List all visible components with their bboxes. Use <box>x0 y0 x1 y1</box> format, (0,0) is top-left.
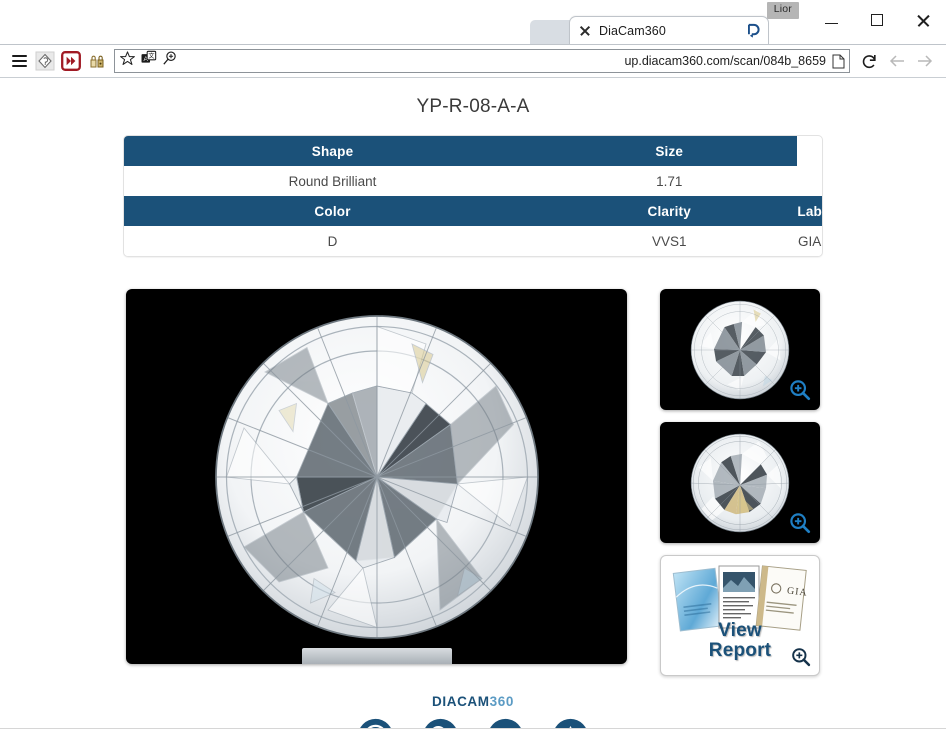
navigation-buttons <box>856 48 940 74</box>
table-row-1: Round Brilliant 1.71 <box>124 166 822 196</box>
thumbnail-pavilion-view[interactable] <box>660 422 820 543</box>
table-row-2: D VVS1 GIA <box>124 226 822 256</box>
address-bar[interactable]: A 文 up.diacam360.com/scan/084b_8659 <box>114 49 850 73</box>
diamond-pavilion-graphic <box>688 431 792 535</box>
svg-text:文: 文 <box>148 52 154 60</box>
thumbnail-column: GIA View Report <box>660 289 820 676</box>
fast-forward-icon[interactable] <box>58 48 84 74</box>
tab-close-icon[interactable] <box>578 24 592 38</box>
view-report-line1: View <box>661 621 819 641</box>
tab-ghost-placeholder[interactable] <box>530 20 574 44</box>
diamond-360-viewer[interactable] <box>126 289 627 664</box>
tab-title: DiaCam360 <box>599 24 744 38</box>
back-arrow-icon[interactable] <box>884 48 910 74</box>
star-bookmark-icon[interactable] <box>119 50 136 72</box>
header-size: Size <box>541 136 797 166</box>
logo-word: DIACAM <box>432 694 490 709</box>
window-controls <box>808 0 946 40</box>
forward-arrow-icon[interactable] <box>912 48 938 74</box>
value-lab: GIA <box>797 226 822 256</box>
diamond-crown-graphic <box>688 298 792 402</box>
diacam360-logo: DIACAM360 <box>0 694 946 709</box>
media-area: GIA View Report <box>0 289 946 676</box>
address-bar-left-icons: A 文 <box>119 50 178 72</box>
browser-toolbar: A 文 up.diacam360.com/scan/084b_8659 <box>0 44 946 78</box>
logo-number: 360 <box>490 694 514 709</box>
translate-icon[interactable]: A 文 <box>140 50 157 72</box>
browser-window: DiaCam360 Lior <box>0 0 946 750</box>
view-report-card[interactable]: GIA View Report <box>660 555 820 676</box>
magnifier-plus-icon[interactable] <box>789 379 811 401</box>
lock-keys-icon[interactable] <box>84 48 110 74</box>
browser-tab[interactable]: DiaCam360 <box>569 16 769 44</box>
header-shape: Shape <box>124 136 541 166</box>
page-document-icon[interactable] <box>831 54 845 69</box>
diamond-image <box>126 289 627 664</box>
tab-strip: DiaCam360 <box>0 0 946 44</box>
value-clarity: VVS1 <box>541 226 797 256</box>
table-header-row-2: Color Clarity Lab <box>124 196 822 226</box>
status-bar <box>0 728 946 750</box>
value-size: 1.71 <box>541 166 797 196</box>
zoom-search-icon[interactable] <box>161 50 178 72</box>
magnifier-plus-icon[interactable] <box>789 512 811 534</box>
diamond-spec-table: Shape Size Round Brilliant 1.71 Color Cl… <box>123 135 823 257</box>
window-close-button[interactable] <box>900 0 946 40</box>
header-clarity: Clarity <box>541 196 797 226</box>
window-minimize-button[interactable] <box>808 0 854 40</box>
table-header-row-1: Shape Size <box>124 136 822 166</box>
magnifier-plus-icon[interactable] <box>791 647 811 667</box>
hamburger-menu-icon[interactable] <box>6 48 32 74</box>
diamond-icon[interactable] <box>32 48 58 74</box>
value-color: D <box>124 226 541 256</box>
header-lab: Lab <box>797 196 822 226</box>
address-bar-url[interactable]: up.diacam360.com/scan/084b_8659 <box>178 54 831 68</box>
diamond-graphic <box>202 302 552 652</box>
page-title: YP-R-08-A-A <box>0 96 946 118</box>
svg-text:GIA: GIA <box>786 586 808 599</box>
window-maximize-button[interactable] <box>854 0 900 40</box>
page-viewport: YP-R-08-A-A Shape Size Round Brilliant 1… <box>0 78 946 750</box>
browser-titlebar: DiaCam360 Lior <box>0 0 946 44</box>
thumbnail-top-view[interactable] <box>660 289 820 410</box>
value-shape: Round Brilliant <box>124 166 541 196</box>
user-profile-chip[interactable]: Lior <box>767 2 799 19</box>
header-color: Color <box>124 196 541 226</box>
reload-icon[interactable] <box>856 48 882 74</box>
diamond-pedestal <box>302 648 452 664</box>
diacam-logo-icon <box>744 23 760 39</box>
